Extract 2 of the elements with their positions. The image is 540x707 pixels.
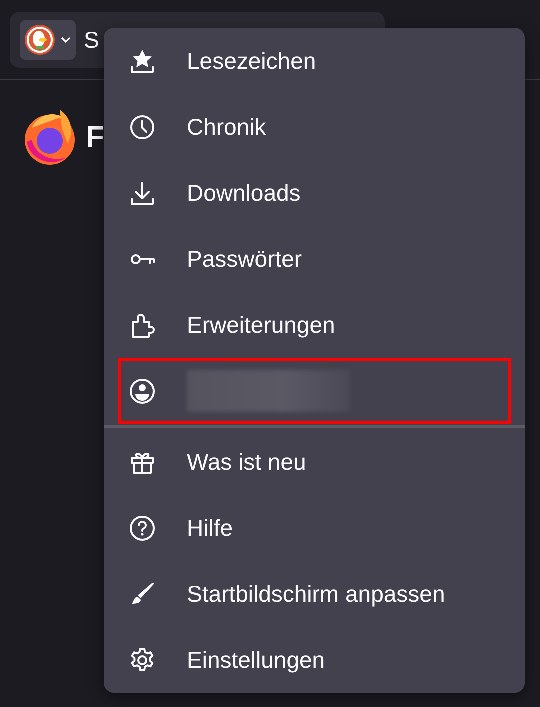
page-heading: F	[86, 120, 104, 156]
address-text: S	[84, 26, 100, 55]
